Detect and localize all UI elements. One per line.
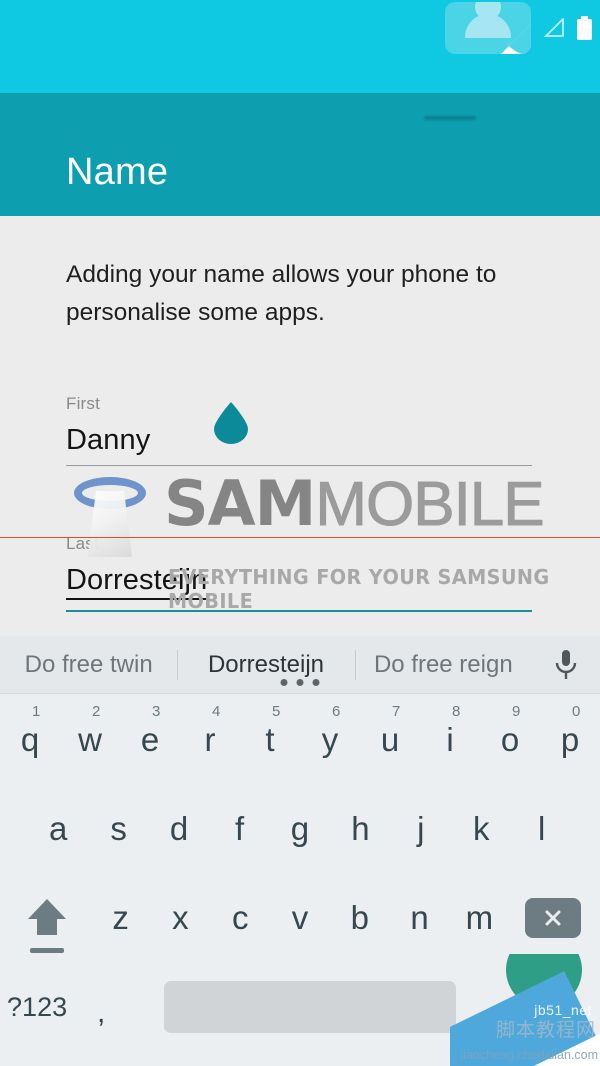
key-i[interactable]: 8 i	[420, 695, 480, 784]
key-e-letter: e	[140, 720, 160, 758]
key-n[interactable]: n	[390, 873, 450, 962]
key-u-number: 7	[392, 703, 401, 720]
key-w-letter: w	[78, 720, 102, 758]
key-l[interactable]: l	[512, 784, 572, 873]
key-y[interactable]: 6 y	[300, 695, 360, 784]
key-i-number: 8	[452, 703, 461, 720]
keyboard-row-3: z x c v b n m	[0, 873, 600, 962]
key-g[interactable]: g	[270, 784, 330, 873]
last-name-input[interactable]: Dorresteijn	[66, 564, 208, 600]
earpiece-notch	[424, 116, 476, 120]
key-e-number: 3	[152, 703, 161, 720]
first-name-input[interactable]: Danny	[66, 424, 532, 457]
status-bar-icons	[445, 0, 592, 56]
first-name-field[interactable]: First Danny	[66, 394, 532, 466]
keyboard-row-2: a s d f g h j k l	[0, 784, 600, 873]
key-o-letter: o	[500, 720, 520, 758]
content-area: Adding your name allows your phone to pe…	[0, 216, 600, 636]
key-m[interactable]: m	[449, 873, 509, 962]
key-p[interactable]: 0 p	[540, 695, 600, 784]
key-h[interactable]: h	[330, 784, 390, 873]
last-name-field[interactable]: Last Dorresteijn	[66, 534, 532, 612]
description-text: Adding your name allows your phone to pe…	[66, 261, 497, 326]
suggestion-item-3[interactable]: Do free reign	[355, 651, 532, 679]
last-name-label: Last	[66, 534, 99, 553]
key-j[interactable]: j	[391, 784, 451, 873]
shift-underline-bar	[30, 947, 65, 953]
comma-key[interactable]: ,	[74, 962, 128, 1052]
dot	[280, 679, 288, 686]
key-r-number: 4	[212, 703, 221, 720]
app-bar: Name	[0, 93, 600, 216]
first-name-underline	[66, 465, 532, 466]
key-b[interactable]: b	[330, 873, 390, 962]
dot	[312, 679, 320, 686]
battery-icon	[577, 16, 592, 40]
key-t-number: 5	[272, 703, 281, 720]
key-u[interactable]: 7 u	[360, 695, 420, 784]
key-w[interactable]: 2 w	[60, 695, 120, 784]
suggestion-item-1[interactable]: Do free twin	[0, 651, 177, 679]
key-t-letter: t	[265, 720, 275, 758]
backspace-key-icon	[524, 897, 581, 938]
more-dots-icon[interactable]	[280, 679, 320, 686]
key-y-letter: y	[321, 720, 339, 758]
contact-body-shape	[465, 14, 511, 38]
last-name-underline	[66, 610, 532, 612]
corner-site-url: jiaocheng.chedidian.com	[460, 1048, 598, 1062]
page-title: Name	[66, 151, 169, 193]
microphone-icon	[555, 649, 577, 679]
symbols-key[interactable]: ?123	[0, 962, 74, 1052]
status-bar	[0, 0, 600, 93]
backspace-x-icon	[545, 910, 561, 925]
shift-arrow-icon	[28, 898, 67, 935]
key-w-number: 2	[92, 703, 101, 720]
voice-input-button[interactable]	[532, 648, 600, 682]
shift-key-icon	[25, 895, 69, 953]
key-v[interactable]: v	[270, 873, 330, 962]
backspace-key[interactable]	[509, 873, 596, 962]
key-t[interactable]: 5 t	[240, 695, 300, 784]
key-f[interactable]: f	[209, 784, 269, 873]
dot	[296, 679, 304, 686]
key-i-letter: i	[446, 720, 454, 758]
signal-triangle-icon	[543, 18, 564, 37]
key-a[interactable]: a	[28, 784, 88, 873]
key-e[interactable]: 3 e	[120, 695, 180, 784]
battery-shell	[577, 19, 592, 40]
key-p-letter: p	[560, 720, 580, 758]
key-k[interactable]: k	[451, 784, 511, 873]
key-y-number: 6	[332, 703, 341, 720]
first-name-label: First	[66, 394, 101, 413]
key-r[interactable]: 4 r	[180, 695, 240, 784]
key-x[interactable]: x	[151, 873, 211, 962]
key-q-letter: q	[20, 720, 40, 758]
key-c[interactable]: c	[210, 873, 270, 962]
key-o[interactable]: 9 o	[480, 695, 540, 784]
key-r-letter: r	[204, 720, 216, 758]
key-d[interactable]: d	[149, 784, 209, 873]
key-s[interactable]: s	[88, 784, 148, 873]
phone-screenshot: Name Adding your name allows your phone …	[0, 0, 600, 1066]
shift-key[interactable]	[4, 873, 91, 962]
contact-card-icon	[445, 2, 531, 54]
key-p-number: 0	[572, 703, 581, 720]
site-corner-watermark: jb51_net 脚本教程网 jiaocheng.chedidian.com	[450, 954, 600, 1066]
keyboard-row-1: 1 q 2 w 3 e 4 r 5 t 6 y 7 u 8 i 9 o 0 p	[0, 695, 600, 784]
key-o-number: 9	[512, 703, 521, 720]
key-u-letter: u	[380, 720, 400, 758]
key-q[interactable]: 1 q	[0, 695, 60, 784]
key-q-number: 1	[32, 703, 41, 720]
space-bar-surface	[164, 981, 457, 1033]
key-z[interactable]: z	[91, 873, 151, 962]
text-cursor-handle[interactable]	[212, 402, 250, 444]
suggestion-item-2[interactable]: Dorresteijn	[177, 651, 354, 679]
corner-chinese-name: 脚本教程网	[495, 1019, 596, 1041]
space-key[interactable]	[128, 962, 492, 1052]
